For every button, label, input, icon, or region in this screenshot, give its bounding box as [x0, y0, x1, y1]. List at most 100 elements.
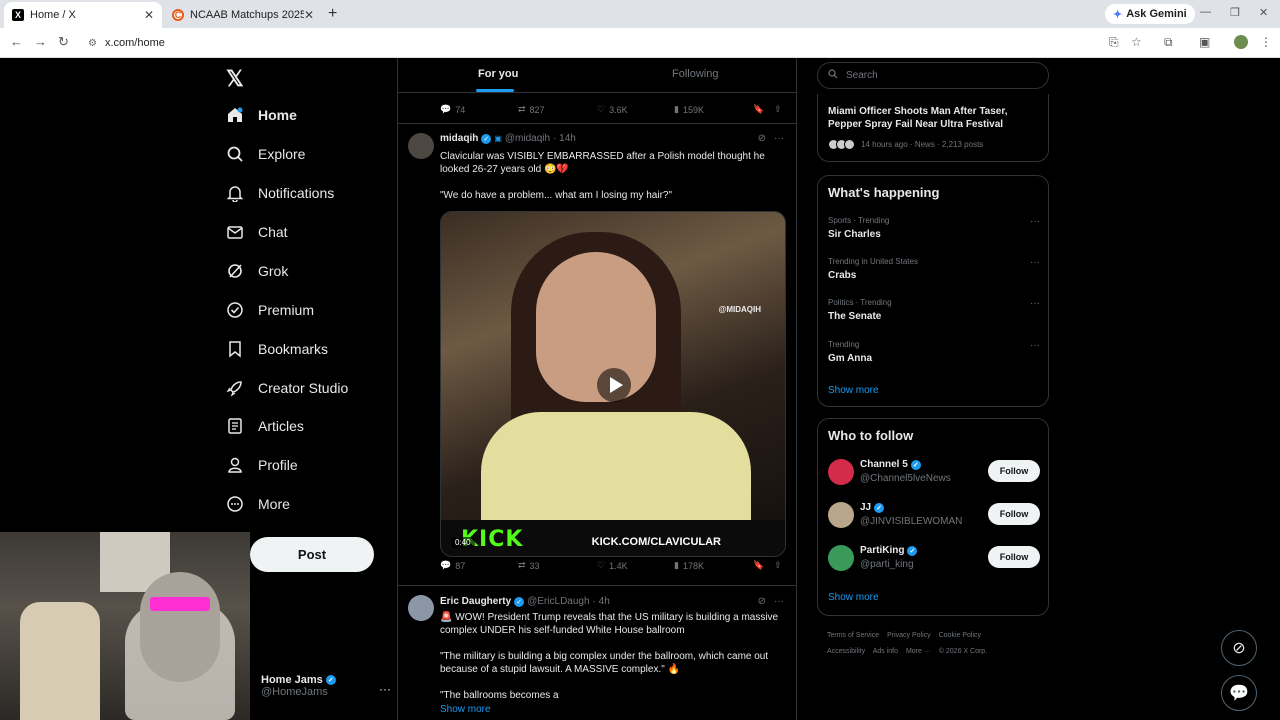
- avatar[interactable]: [408, 595, 434, 621]
- nav-more[interactable]: More: [226, 489, 290, 519]
- search-input[interactable]: Search: [817, 62, 1049, 89]
- trend-more-icon[interactable]: ···: [1030, 340, 1040, 351]
- tweet-time[interactable]: · 4h: [593, 596, 610, 607]
- footer-link[interactable]: Accessibility: [827, 648, 865, 655]
- whats-happening-title: What's happening: [828, 185, 940, 200]
- follow-button[interactable]: Follow: [988, 546, 1040, 568]
- tab-following[interactable]: Following: [672, 68, 718, 80]
- author-name[interactable]: Eric Daugherty: [440, 596, 511, 607]
- url-input[interactable]: ⚙ x.com/home: [80, 32, 1100, 54]
- grok-icon[interactable]: ⊘: [758, 133, 766, 144]
- grok-icon[interactable]: ⊘: [758, 596, 766, 607]
- tab-home-x[interactable]: X Home / X ✕: [4, 2, 162, 28]
- author-handle[interactable]: @EricLDaugh: [527, 596, 589, 607]
- reload-icon[interactable]: ↻: [58, 34, 69, 50]
- footer-link[interactable]: More ···: [906, 648, 931, 655]
- chrome-profile-avatar[interactable]: [1234, 35, 1248, 49]
- news-card[interactable]: Miami Officer Shoots Man After Taser, Pe…: [817, 94, 1049, 162]
- more-icon[interactable]: ···: [774, 133, 784, 144]
- account-name-text: Home Jams: [261, 674, 323, 686]
- trend-item[interactable]: Trending Gm Anna ···: [828, 340, 1040, 364]
- close-tab-icon[interactable]: ✕: [144, 8, 154, 22]
- trend-item[interactable]: Sports · Trending Sir Charles ···: [828, 216, 1040, 240]
- footer-link[interactable]: Terms of Service: [827, 632, 879, 639]
- nav-chat[interactable]: Chat: [226, 217, 288, 247]
- views-button[interactable]: ▮ 178K: [674, 560, 704, 571]
- extensions-icon[interactable]: ⧉: [1164, 35, 1173, 50]
- tab-for-you[interactable]: For you: [478, 68, 518, 80]
- like-button[interactable]: ♡ 1.4K: [597, 560, 628, 571]
- reply-button[interactable]: 💬 87: [440, 560, 465, 571]
- share-button[interactable]: ⇪: [774, 104, 782, 115]
- suggestion-name-text: JJ: [860, 502, 872, 513]
- bookmark-star-icon[interactable]: ☆: [1131, 35, 1142, 49]
- x-logo-icon[interactable]: 𝕏: [226, 66, 244, 92]
- account-switcher[interactable]: Home Jams ✓ @HomeJams ···: [261, 674, 391, 710]
- restore-icon[interactable]: ❐: [1230, 6, 1240, 19]
- nav-label: Home: [258, 107, 297, 123]
- follow-suggestion[interactable]: JJ ✓ @JINVISIBLEWOMAN Follow: [828, 502, 1040, 532]
- post-button[interactable]: Post: [250, 537, 374, 572]
- close-window-icon[interactable]: ✕: [1259, 6, 1268, 19]
- author-name[interactable]: midaqih: [440, 133, 478, 144]
- nav-articles[interactable]: Articles: [226, 411, 304, 441]
- views-button[interactable]: ▮ 159K: [674, 104, 704, 115]
- avatar[interactable]: [408, 133, 434, 159]
- site-info-icon[interactable]: ⚙: [88, 38, 97, 49]
- share-button[interactable]: ⇪: [774, 560, 782, 571]
- nav-label: Chat: [258, 224, 288, 240]
- show-more-link[interactable]: Show more: [828, 385, 879, 396]
- chrome-menu-icon[interactable]: ⋮: [1260, 35, 1272, 49]
- forward-icon[interactable]: →: [34, 34, 47, 49]
- follow-suggestion[interactable]: PartiKing ✓ @parti_king Follow: [828, 545, 1040, 575]
- footer-link[interactable]: Cookie Policy: [939, 632, 981, 639]
- minimize-icon[interactable]: —: [1200, 6, 1211, 18]
- follow-button[interactable]: Follow: [988, 503, 1040, 525]
- nav-grok[interactable]: Grok: [226, 256, 288, 286]
- trend-item[interactable]: Trending in United States Crabs ···: [828, 257, 1040, 281]
- like-button[interactable]: ♡ 3.6K: [597, 104, 628, 115]
- repost-button[interactable]: ⇄ 827: [518, 104, 545, 115]
- avatar[interactable]: [828, 459, 854, 485]
- show-more-link[interactable]: Show more: [440, 704, 491, 715]
- grok-fab-button[interactable]: ⊘: [1221, 630, 1257, 666]
- ask-gemini-button[interactable]: ✦ Ask Gemini: [1105, 4, 1195, 24]
- bookmark-button[interactable]: 🔖: [753, 104, 764, 115]
- footer-link[interactable]: Privacy Policy: [887, 632, 931, 639]
- nav-bookmarks[interactable]: Bookmarks: [226, 334, 328, 364]
- new-tab-icon[interactable]: +: [328, 5, 337, 23]
- nav-notifications[interactable]: Notifications: [226, 178, 334, 208]
- avatar[interactable]: [828, 502, 854, 528]
- back-icon[interactable]: ←: [10, 34, 23, 49]
- trend-more-icon[interactable]: ···: [1030, 257, 1040, 268]
- bookmark-button[interactable]: 🔖: [753, 560, 764, 571]
- more-icon[interactable]: ···: [774, 596, 784, 607]
- install-app-icon[interactable]: ⎘: [1109, 35, 1119, 50]
- trend-more-icon[interactable]: ···: [1030, 216, 1040, 227]
- trend-more-icon[interactable]: ···: [1030, 298, 1040, 309]
- nav-explore[interactable]: Explore: [226, 139, 305, 169]
- repost-button[interactable]: ⇄ 33: [518, 560, 540, 571]
- close-tab-icon[interactable]: ✕: [304, 8, 314, 22]
- tab-ncaab[interactable]: C NCAAB Matchups 2025-2026 - ✕: [164, 2, 322, 28]
- person-icon: [226, 456, 244, 474]
- video-player[interactable]: @MIDAQIH KICK KICK.COM/CLAVICULAR 0:40: [440, 211, 786, 557]
- account-more-icon[interactable]: ···: [379, 682, 391, 696]
- messages-fab-button[interactable]: 💬: [1221, 675, 1257, 711]
- tweet-time[interactable]: · 14h: [553, 133, 576, 144]
- side-panel-icon[interactable]: ▣: [1199, 35, 1210, 49]
- trend-item[interactable]: Politics · Trending The Senate ···: [828, 298, 1040, 322]
- author-handle[interactable]: @midaqih: [505, 133, 550, 144]
- follow-button[interactable]: Follow: [988, 460, 1040, 482]
- play-button[interactable]: [597, 368, 631, 402]
- nav-premium[interactable]: Premium: [226, 295, 314, 325]
- nav-home[interactable]: Home: [226, 100, 297, 130]
- nav-creator-studio[interactable]: Creator Studio: [226, 373, 348, 403]
- nav-profile[interactable]: Profile: [226, 450, 298, 480]
- reply-button[interactable]: 💬 74: [440, 104, 465, 115]
- follow-suggestion[interactable]: Channel 5 ✓ @Channel5lveNews Follow: [828, 459, 1040, 489]
- x-favicon-icon: X: [12, 9, 24, 21]
- avatar[interactable]: [828, 545, 854, 571]
- show-more-link[interactable]: Show more: [828, 592, 879, 603]
- footer-link[interactable]: Ads info: [873, 648, 898, 655]
